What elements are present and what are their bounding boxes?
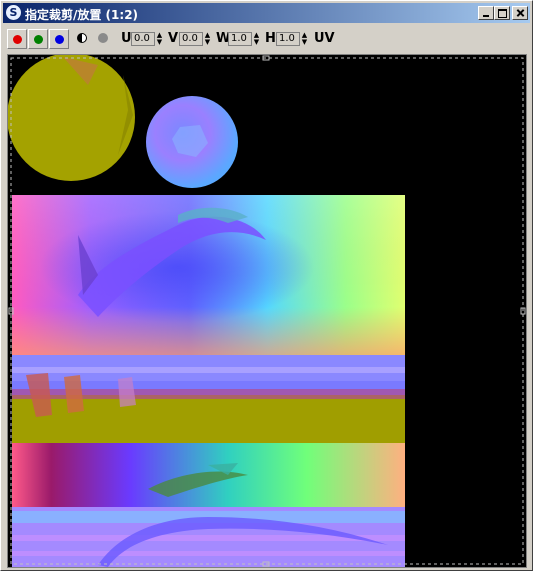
h-spinner-icon[interactable]: ▲ ▼ <box>301 32 308 46</box>
alpha-contrast-icon[interactable] <box>77 33 87 43</box>
w-field[interactable]: 1.0 <box>228 32 252 46</box>
h-field[interactable]: 1.0 <box>276 32 300 46</box>
mono-gray-dot-icon[interactable] <box>98 33 108 43</box>
crop-place-window: S 指定裁剪/放置 (1:2) U 0.0 ▲ ▼ V 0.0 ▲ ▼ W 1.0 … <box>0 0 533 571</box>
minimize-icon[interactable] <box>478 6 494 20</box>
window-title: 指定裁剪/放置 (1:2) <box>25 8 139 22</box>
uv-label: UV <box>314 31 335 46</box>
maximize-icon[interactable] <box>494 6 510 20</box>
blue-channel-button[interactable] <box>49 29 69 49</box>
w-spinner-icon[interactable]: ▲ ▼ <box>253 32 260 46</box>
u-label: U <box>121 31 132 46</box>
red-dot-icon <box>13 35 22 44</box>
normal-map-texture <box>8 55 526 567</box>
s-logo-icon[interactable]: S <box>6 5 21 20</box>
h-label: H <box>265 31 276 46</box>
toolbar: U 0.0 ▲ ▼ V 0.0 ▲ ▼ W 1.0 ▲ ▼ H 1.0 ▲ ▼ UV <box>3 25 530 51</box>
texture-viewport[interactable] <box>7 54 527 568</box>
close-icon[interactable] <box>512 6 528 20</box>
title-bar[interactable]: S 指定裁剪/放置 (1:2) <box>3 3 530 23</box>
u-field[interactable]: 0.0 <box>131 32 155 46</box>
v-spinner-icon[interactable]: ▲ ▼ <box>204 32 211 46</box>
red-channel-button[interactable] <box>7 29 27 49</box>
u-spinner-icon[interactable]: ▲ ▼ <box>156 32 163 46</box>
green-dot-icon <box>34 35 43 44</box>
v-field[interactable]: 0.0 <box>179 32 203 46</box>
v-label: V <box>168 31 179 46</box>
blue-dot-icon <box>55 35 64 44</box>
green-channel-button[interactable] <box>28 29 48 49</box>
